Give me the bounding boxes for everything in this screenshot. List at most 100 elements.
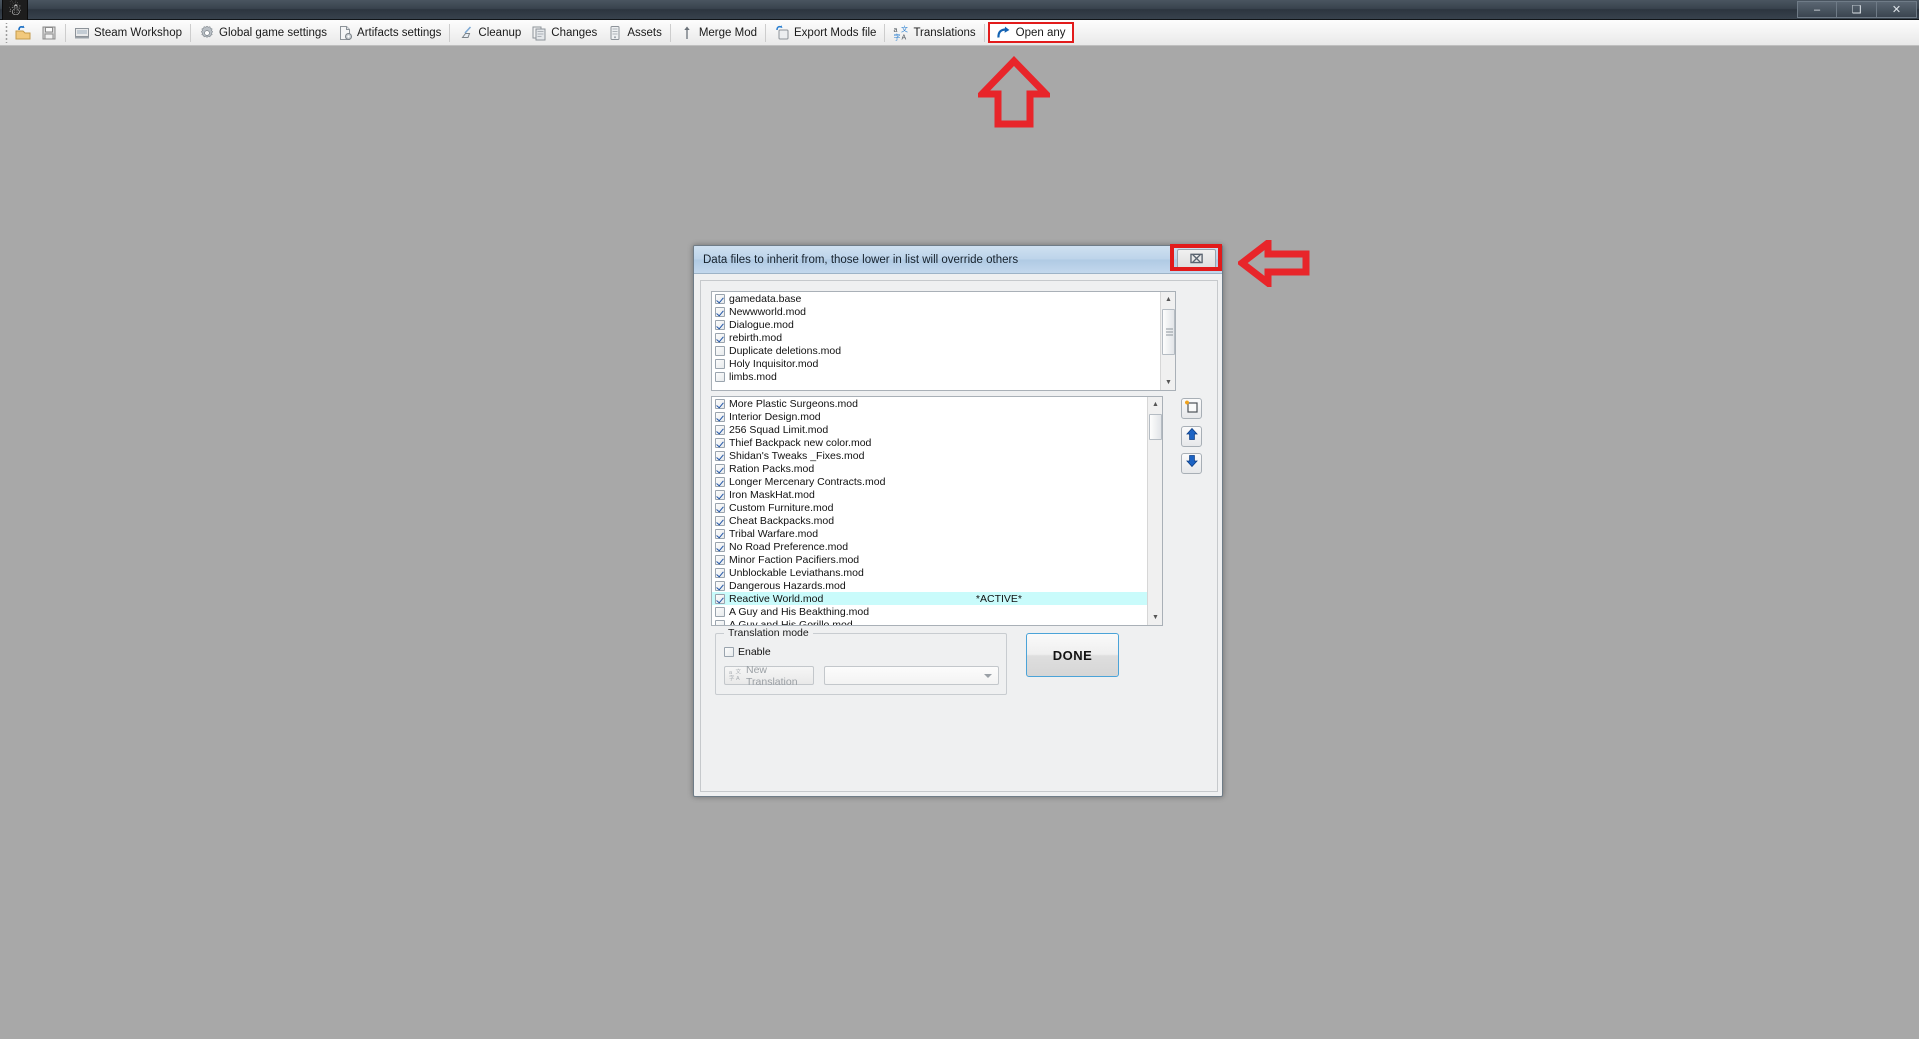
list-item[interactable]: A Guy and His Gorillo.mod	[712, 618, 1162, 625]
new-translation-button[interactable]: a 文 字 A New Translation	[724, 664, 814, 688]
translation-select[interactable]	[824, 666, 999, 685]
list-item-checkbox[interactable]	[715, 463, 725, 474]
list-item[interactable]: Minor Faction Pacifiers.mod	[712, 553, 1162, 566]
list-item-checkbox[interactable]	[715, 528, 725, 539]
list-item[interactable]: Cheat Backpacks.mod	[712, 514, 1162, 527]
list-item[interactable]: Holy Inquisitor.mod	[712, 357, 1175, 370]
list-item-checkbox[interactable]	[715, 567, 725, 578]
active-badge: *ACTIVE*	[975, 592, 1022, 605]
steam-workshop-icon	[74, 25, 90, 41]
move-down-button[interactable]	[1181, 453, 1202, 474]
list-item[interactable]: Unblockable Leviathans.mod	[712, 566, 1162, 579]
list-item[interactable]: Tribal Warfare.mod	[712, 527, 1162, 540]
list-item-label: More Plastic Surgeons.mod	[729, 397, 858, 410]
scroll-up-icon[interactable]: ▲	[1161, 292, 1175, 307]
new-mod-button[interactable]	[1181, 398, 1202, 419]
list-item-checkbox[interactable]	[715, 293, 725, 304]
list-item[interactable]: More Plastic Surgeons.mod	[712, 397, 1162, 410]
toolbar-item-export-mods-file[interactable]: Export Mods file	[769, 22, 881, 44]
scroll-thumb[interactable]	[1149, 414, 1162, 440]
list-item-checkbox[interactable]	[715, 319, 725, 330]
list-item-label: gamedata.base	[729, 292, 802, 305]
dialog-close-button[interactable]: ⌧	[1177, 249, 1216, 269]
scroll-thumb[interactable]	[1162, 309, 1175, 355]
list-item[interactable]: Longer Mercenary Contracts.mod	[712, 475, 1162, 488]
list-item[interactable]: Dangerous Hazards.mod	[712, 579, 1162, 592]
list-item-checkbox[interactable]	[715, 554, 725, 565]
list-item[interactable]: A Guy and His Beakthing.mod	[712, 605, 1162, 618]
list-item[interactable]: Custom Furniture.mod	[712, 501, 1162, 514]
toolbar-separator	[449, 23, 451, 42]
list-item[interactable]: Shidan's Tweaks _Fixes.mod	[712, 449, 1162, 462]
list-item-checkbox[interactable]	[715, 345, 725, 356]
list-item-checkbox[interactable]	[715, 358, 725, 369]
list-item[interactable]: gamedata.base	[712, 292, 1175, 305]
list-item-checkbox[interactable]	[715, 541, 725, 552]
toolbar-item-merge-mod[interactable]: Merge Mod	[674, 22, 762, 44]
list-item[interactable]: Ration Packs.mod	[712, 462, 1162, 475]
list-item-checkbox[interactable]	[715, 332, 725, 343]
toolbar-item-changes[interactable]: Changes	[526, 22, 602, 44]
list-item[interactable]: 256 Squad Limit.mod	[712, 423, 1162, 436]
list-item-checkbox[interactable]	[715, 619, 725, 625]
toolbar-item-assets[interactable]: Assets	[602, 22, 667, 44]
toolbar-item-open-any[interactable]: Open any	[987, 22, 1074, 43]
list-item-checkbox[interactable]	[715, 437, 725, 448]
list-item[interactable]: rebirth.mod	[712, 331, 1175, 344]
list-item[interactable]: Iron MaskHat.mod	[712, 488, 1162, 501]
base-data-files-list[interactable]: gamedata.base Newwworld.mod Dialogue.mod re…	[711, 291, 1176, 391]
list-item-checkbox[interactable]	[715, 424, 725, 435]
svg-text:A: A	[736, 676, 740, 681]
toolbar-label: Open any	[1015, 26, 1066, 39]
toolbar-item-open[interactable]	[10, 22, 36, 44]
list-item-checkbox[interactable]	[715, 371, 725, 382]
list-item[interactable]: Newwworld.mod	[712, 305, 1175, 318]
list-item-checkbox[interactable]	[715, 502, 725, 513]
scroll-down-icon[interactable]: ▼	[1161, 375, 1175, 390]
list-item-checkbox[interactable]	[715, 306, 725, 317]
maximize-button[interactable]: ❑	[1837, 1, 1877, 18]
close-button[interactable]: ✕	[1877, 1, 1917, 18]
list-item-checkbox[interactable]	[715, 606, 725, 617]
done-button[interactable]: DONE	[1026, 633, 1119, 677]
chevron-down-icon	[984, 674, 992, 678]
toolbar-item-save[interactable]	[36, 22, 62, 44]
list-item-checkbox[interactable]	[715, 476, 725, 487]
done-label: DONE	[1052, 647, 1093, 663]
list-item[interactable]: Reactive World.mod *ACTIVE*	[712, 592, 1162, 605]
toolbar-item-translations[interactable]: a 文 字 A Translations	[888, 22, 980, 44]
svg-text:字: 字	[894, 32, 901, 41]
toolbar-grip[interactable]	[3, 22, 10, 43]
minimize-button[interactable]: –	[1797, 1, 1837, 18]
bottom-list-scrollbar[interactable]: ▲ ▼	[1147, 397, 1162, 625]
scroll-up-icon[interactable]: ▲	[1148, 397, 1162, 412]
list-item-label: Custom Furniture.mod	[729, 501, 834, 514]
list-item-checkbox[interactable]	[715, 580, 725, 591]
list-item-checkbox[interactable]	[715, 489, 725, 500]
toolbar-item-cleanup[interactable]: Cleanup	[453, 22, 526, 44]
list-item[interactable]: Dialogue.mod	[712, 318, 1175, 331]
svg-text:a: a	[894, 27, 898, 34]
list-item[interactable]: No Road Preference.mod	[712, 540, 1162, 553]
list-item[interactable]: limbs.mod	[712, 370, 1175, 383]
mod-load-order-list[interactable]: More Plastic Surgeons.mod Interior Design…	[711, 396, 1163, 626]
toolbar-item-artifacts-settings[interactable]: Artifacts settings	[332, 22, 446, 44]
list-item-label: Holy Inquisitor.mod	[729, 357, 819, 370]
top-list-scrollbar[interactable]: ▲ ▼	[1160, 292, 1175, 390]
translation-enable-checkbox[interactable]	[724, 647, 734, 657]
list-item-checkbox[interactable]	[715, 398, 725, 409]
translation-enable-row[interactable]: Enable	[724, 646, 771, 658]
toolbar-item-steam-workshop[interactable]: Steam Workshop	[69, 22, 187, 44]
list-item-checkbox[interactable]	[715, 593, 725, 604]
list-item-label: Interior Design.mod	[729, 410, 821, 423]
scroll-down-icon[interactable]: ▼	[1148, 610, 1162, 625]
toolbar-item-global-game-settings[interactable]: Global game settings	[194, 22, 332, 44]
move-up-button[interactable]	[1181, 426, 1202, 447]
list-item[interactable]: Thief Backpack new color.mod	[712, 436, 1162, 449]
list-item-checkbox[interactable]	[715, 450, 725, 461]
arrow-down-icon	[1185, 454, 1199, 473]
list-item-checkbox[interactable]	[715, 411, 725, 422]
list-item[interactable]: Interior Design.mod	[712, 410, 1162, 423]
list-item-checkbox[interactable]	[715, 515, 725, 526]
list-item[interactable]: Duplicate deletions.mod	[712, 344, 1175, 357]
